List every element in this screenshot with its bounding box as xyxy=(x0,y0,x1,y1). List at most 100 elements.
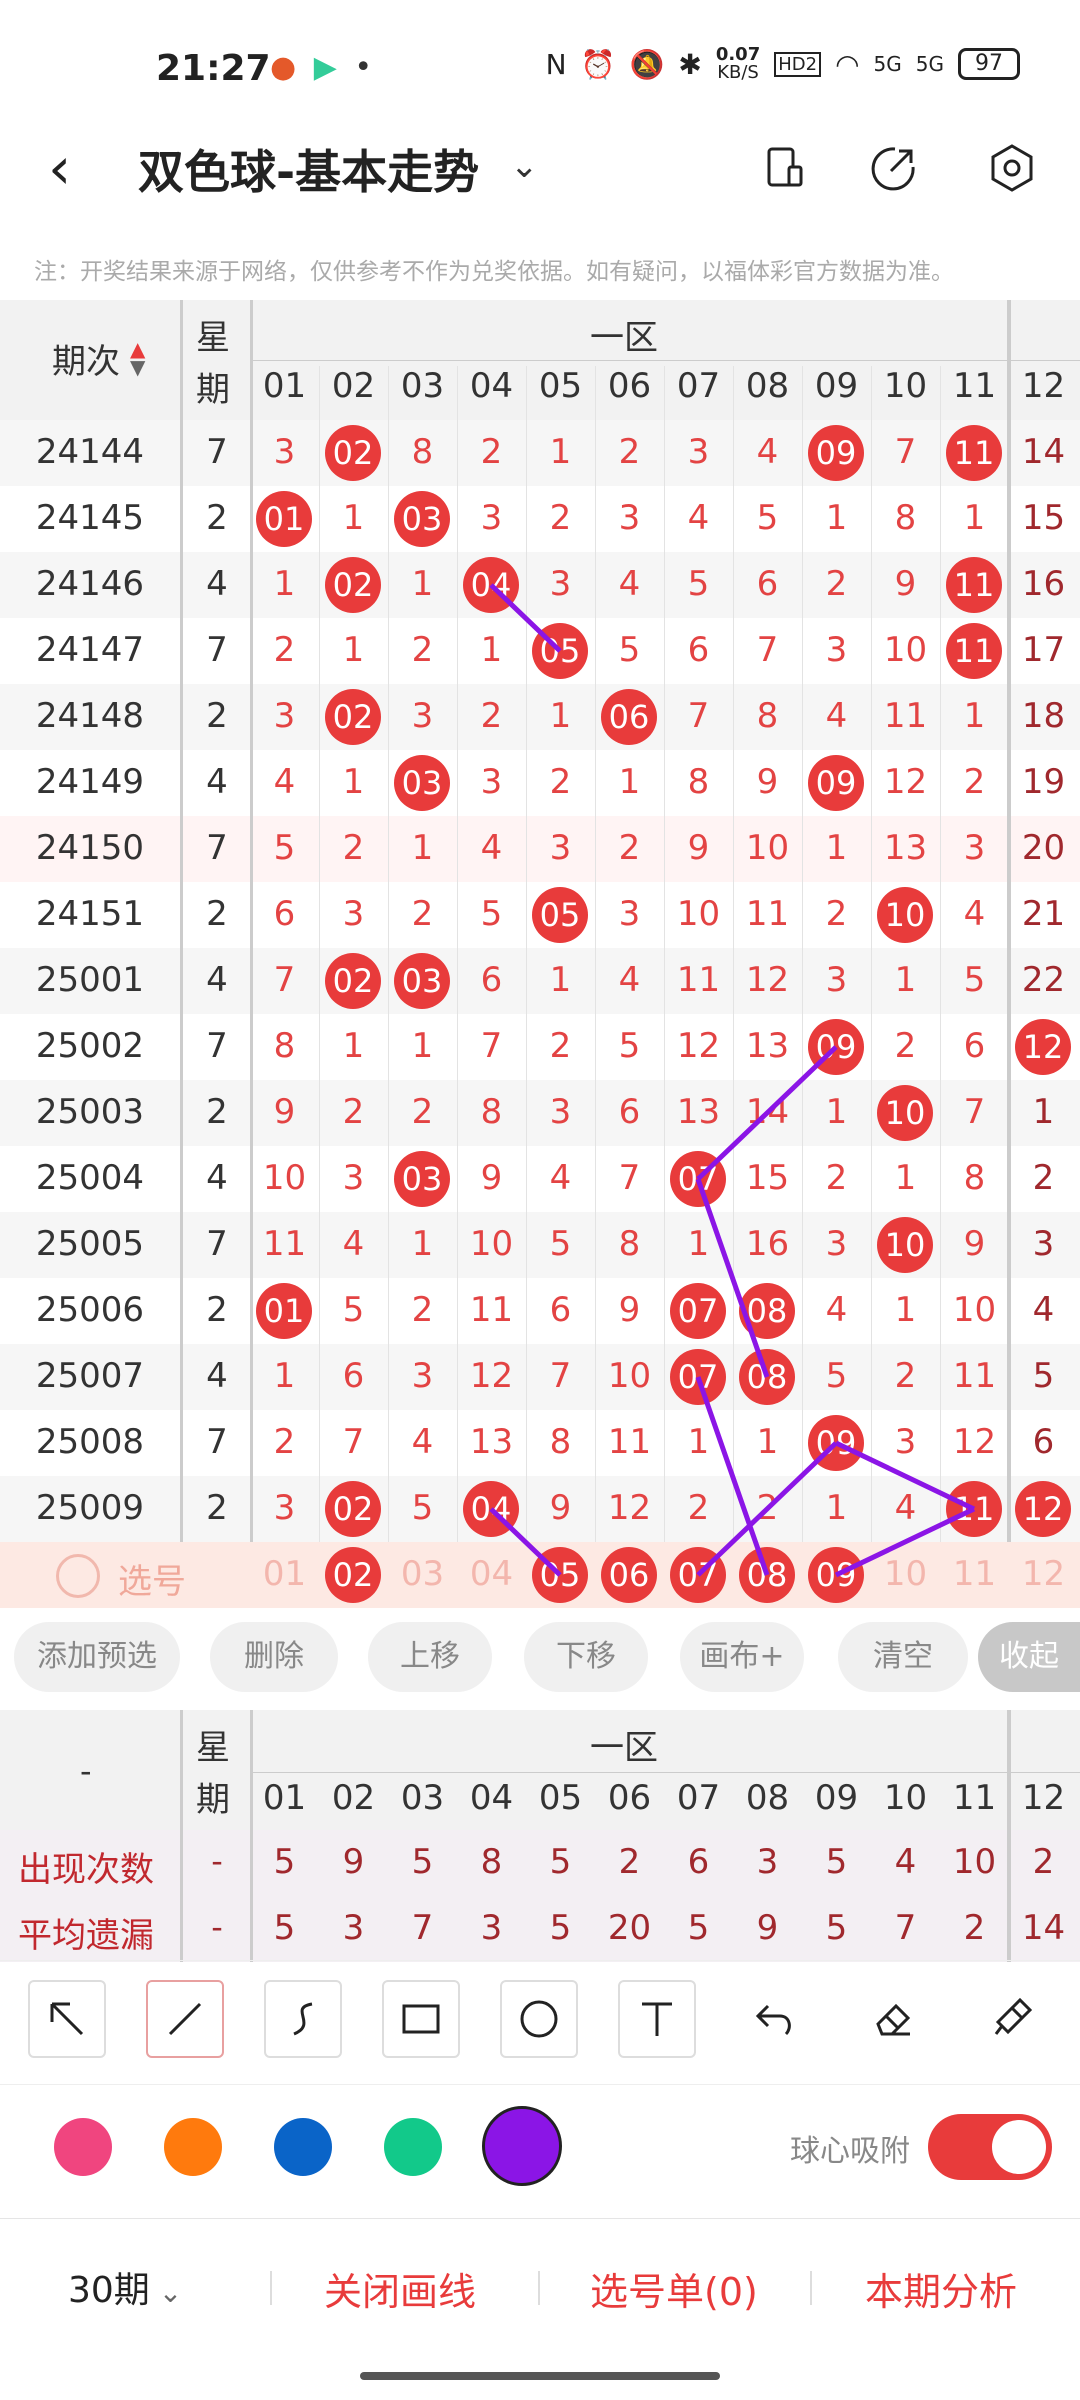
color-swatch-1[interactable] xyxy=(164,2118,222,2176)
number-cell[interactable]: 7 xyxy=(940,1092,1009,1132)
action-1-button[interactable]: 删除 xyxy=(210,1622,338,1692)
rect-tool-icon[interactable] xyxy=(382,1980,460,2058)
number-cell[interactable]: 13 xyxy=(871,828,940,868)
ball[interactable]: 05 xyxy=(532,887,588,943)
number-cell[interactable]: 1 xyxy=(802,1488,871,1528)
number-cell[interactable]: 3 xyxy=(871,1422,940,1462)
number-cell[interactable]: 8 xyxy=(664,762,733,802)
number-cell[interactable]: 1 xyxy=(388,828,457,868)
ball[interactable]: 01 xyxy=(256,1283,312,1339)
number-cell[interactable]: 9 xyxy=(733,762,802,802)
number-cell[interactable]: 3 xyxy=(595,894,664,934)
number-cell[interactable]: 2 xyxy=(388,1092,457,1132)
number-cell[interactable]: 6 xyxy=(319,1356,388,1396)
ball[interactable]: 11 xyxy=(946,557,1002,613)
number-cell[interactable]: 1 xyxy=(871,1290,940,1330)
number-cell[interactable]: 1 xyxy=(388,564,457,604)
ball[interactable]: 09 xyxy=(808,755,864,811)
ball[interactable]: 10 xyxy=(877,1085,933,1141)
number-cell[interactable]: 1 xyxy=(595,762,664,802)
number-cell[interactable]: 9 xyxy=(595,1290,664,1330)
number-cell[interactable]: 3 xyxy=(457,762,526,802)
number-cell[interactable]: 2 xyxy=(526,1026,595,1066)
action-4-button[interactable]: 画布+ xyxy=(680,1622,804,1692)
number-cell[interactable]: 18 xyxy=(1009,696,1078,736)
number-cell[interactable]: 4 xyxy=(871,1488,940,1528)
ball[interactable]: 11 xyxy=(946,623,1002,679)
ball[interactable]: 12 xyxy=(1015,1481,1071,1537)
number-cell[interactable]: 7 xyxy=(733,630,802,670)
select-number[interactable]: 03 xyxy=(388,1554,457,1594)
number-cell[interactable]: 16 xyxy=(733,1224,802,1264)
number-cell[interactable]: 1 xyxy=(526,960,595,1000)
color-swatch-3[interactable] xyxy=(384,2118,442,2176)
number-cell[interactable]: 12 xyxy=(595,1488,664,1528)
number-cell[interactable]: 2 xyxy=(319,828,388,868)
number-cell[interactable]: 5 xyxy=(802,1356,871,1396)
ball[interactable]: 04 xyxy=(463,1481,519,1537)
number-cell[interactable]: 5 xyxy=(664,564,733,604)
number-cell[interactable]: 1 xyxy=(526,432,595,472)
ball[interactable]: 09 xyxy=(808,425,864,481)
number-cell[interactable]: 3 xyxy=(526,564,595,604)
number-cell[interactable]: 2 xyxy=(250,630,319,670)
number-cell[interactable]: 2 xyxy=(388,894,457,934)
number-cell[interactable]: 1 xyxy=(802,498,871,538)
number-cell[interactable]: 2 xyxy=(526,762,595,802)
number-cell[interactable]: 4 xyxy=(802,696,871,736)
number-cell[interactable]: 6 xyxy=(664,630,733,670)
number-cell[interactable]: 6 xyxy=(1009,1422,1078,1462)
number-cell[interactable]: 5 xyxy=(940,960,1009,1000)
number-cell[interactable]: 2 xyxy=(664,1488,733,1528)
select-number[interactable]: 12 xyxy=(1009,1554,1078,1594)
number-cell[interactable]: 1 xyxy=(733,1422,802,1462)
number-cell[interactable]: 8 xyxy=(250,1026,319,1066)
number-cell[interactable]: 4 xyxy=(802,1290,871,1330)
color-swatch-2[interactable] xyxy=(274,2118,332,2176)
number-cell[interactable]: 13 xyxy=(664,1092,733,1132)
number-cell[interactable]: 2 xyxy=(388,1290,457,1330)
brush-tool-icon[interactable] xyxy=(972,1980,1050,2058)
share-icon[interactable] xyxy=(860,134,928,202)
ball[interactable]: 02 xyxy=(325,953,381,1009)
circle-tool-icon[interactable] xyxy=(500,1980,578,2058)
period-header[interactable]: 期次 xyxy=(52,334,120,383)
period-select[interactable]: 30期 ⌄ xyxy=(68,2261,182,2313)
number-cell[interactable]: 11 xyxy=(940,1356,1009,1396)
number-cell[interactable]: 14 xyxy=(733,1092,802,1132)
select-ball[interactable]: 09 xyxy=(808,1547,864,1603)
number-cell[interactable]: 2 xyxy=(388,630,457,670)
number-cell[interactable]: 10 xyxy=(733,828,802,868)
color-swatch-4[interactable] xyxy=(482,2106,562,2186)
number-cell[interactable]: 3 xyxy=(388,1356,457,1396)
number-cell[interactable]: 1 xyxy=(1009,1092,1078,1132)
number-cell[interactable]: 4 xyxy=(250,762,319,802)
line-tool-icon[interactable] xyxy=(146,1980,224,2058)
ball[interactable]: 09 xyxy=(808,1415,864,1471)
ball[interactable]: 08 xyxy=(739,1283,795,1339)
number-cell[interactable]: 1 xyxy=(319,762,388,802)
number-cell[interactable]: 1 xyxy=(940,696,1009,736)
number-cell[interactable]: 5 xyxy=(733,498,802,538)
number-cell[interactable]: 9 xyxy=(940,1224,1009,1264)
number-cell[interactable]: 5 xyxy=(319,1290,388,1330)
select-ball[interactable]: 02 xyxy=(325,1547,381,1603)
number-cell[interactable]: 6 xyxy=(733,564,802,604)
number-cell[interactable]: 2 xyxy=(250,1422,319,1462)
number-cell[interactable]: 10 xyxy=(664,894,733,934)
ball[interactable]: 07 xyxy=(670,1151,726,1207)
back-icon[interactable]: ‹ xyxy=(48,139,104,197)
ball[interactable]: 07 xyxy=(670,1283,726,1339)
number-cell[interactable]: 6 xyxy=(457,960,526,1000)
select-ball[interactable]: 08 xyxy=(739,1547,795,1603)
page-title[interactable]: 双色球-基本走势 xyxy=(138,136,479,202)
ball[interactable]: 10 xyxy=(877,887,933,943)
number-cell[interactable]: 14 xyxy=(1009,432,1078,472)
phone-icon[interactable] xyxy=(750,134,818,202)
select-ball[interactable]: 06 xyxy=(601,1547,657,1603)
number-cell[interactable]: 10 xyxy=(871,630,940,670)
number-cell[interactable]: 3 xyxy=(250,1488,319,1528)
number-cell[interactable]: 12 xyxy=(664,1026,733,1066)
action-3-button[interactable]: 下移 xyxy=(524,1622,648,1692)
number-cell[interactable]: 3 xyxy=(802,630,871,670)
